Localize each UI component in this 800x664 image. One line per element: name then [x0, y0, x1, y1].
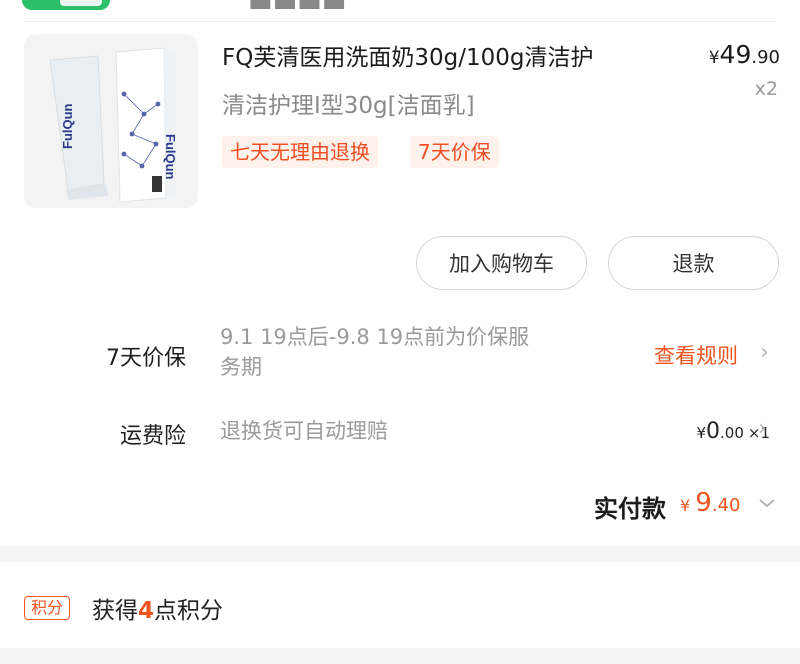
paid-dec: .40 — [711, 495, 741, 516]
points-number: 4 — [138, 598, 155, 624]
paid-amount: ¥ 9.40 — [680, 488, 740, 518]
chevron-right-icon[interactable]: › — [760, 340, 769, 365]
points-text: 获得4点积分 — [92, 591, 223, 625]
points-badge: 积分 — [24, 596, 70, 620]
points-prefix: 获得 — [92, 598, 138, 624]
fee-int: 0 — [706, 419, 721, 444]
section-separator — [0, 546, 800, 562]
shop-logo — [22, 0, 110, 10]
section-separator-bottom — [0, 648, 800, 664]
price-protection-period: 9.1 19点后-9.8 19点前为价保服务期 — [220, 325, 530, 379]
paid-int: 9 — [695, 488, 712, 518]
product-illustration: FulQun FulQun — [24, 34, 198, 208]
price-int: 49 — [719, 40, 752, 69]
product-image[interactable]: FulQun FulQun — [24, 34, 198, 208]
add-to-cart-button[interactable]: 加入购物车 — [416, 236, 587, 290]
tag-seven-day-return: 七天无理由退换 — [222, 136, 378, 168]
top-strip: ▬▬▬▬ — [0, 0, 800, 22]
price-dec: .90 — [751, 47, 780, 68]
paid-symbol: ¥ — [680, 496, 691, 515]
product-quantity: x2 — [754, 78, 778, 100]
product-price: ¥49.90 — [709, 40, 780, 69]
price-symbol: ¥ — [708, 48, 720, 68]
svg-text:FulQun: FulQun — [163, 134, 178, 180]
product-sku: 清洁护理Ⅰ型30g[洁面乳] — [222, 93, 475, 119]
chevron-down-icon[interactable] — [758, 497, 776, 509]
refund-button[interactable]: 退款 — [608, 236, 779, 290]
view-rules-link[interactable]: 查看规则 — [654, 340, 738, 370]
shipping-insurance-desc: 退换货可自动理赔 — [220, 419, 388, 443]
price-protection-label: 7天价保 — [106, 346, 186, 371]
tag-price-protection: 7天价保 — [410, 136, 499, 168]
points-suffix: 点积分 — [154, 598, 224, 624]
paid-amount-label: 实付款 — [594, 495, 666, 523]
divider — [24, 21, 776, 22]
shipping-insurance-label: 运费险 — [120, 424, 187, 449]
product-title[interactable]: FQ芙清医用洗面奶30g/100g清洁护 — [222, 38, 682, 72]
fee-dec: .00 — [720, 424, 744, 442]
svg-text:FulQun: FulQun — [60, 103, 75, 149]
chevron-right-icon[interactable]: › — [758, 416, 767, 441]
fee-symbol: ¥ — [696, 424, 707, 442]
shop-name-cutoff: ▬▬▬▬ — [248, 0, 347, 18]
